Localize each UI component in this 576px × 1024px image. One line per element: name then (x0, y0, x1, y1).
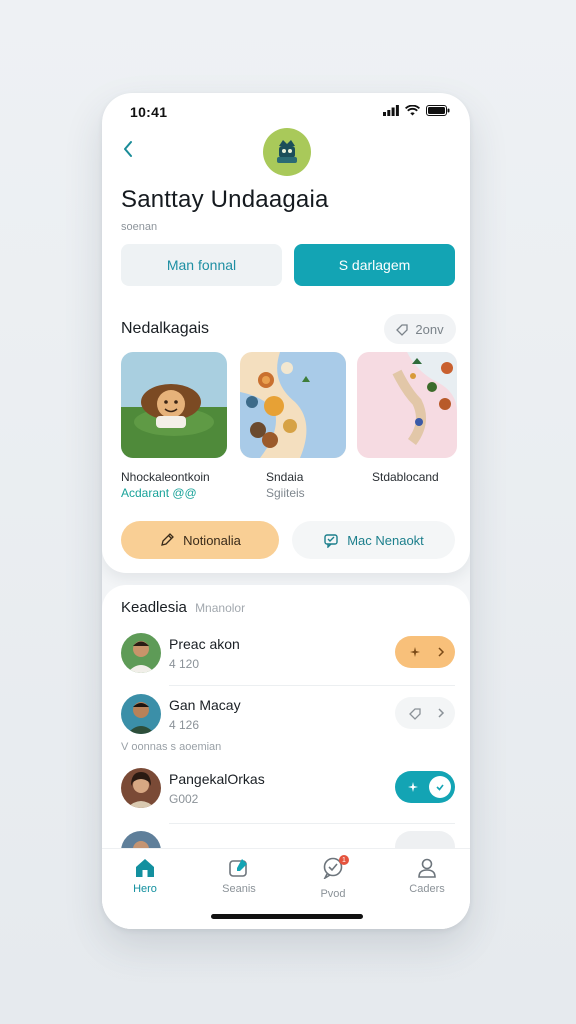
status-icons (383, 105, 450, 116)
contact-number: 4 126 (169, 718, 200, 732)
notes-pill-label: Notionalia (183, 532, 241, 548)
pink-map-image (357, 352, 457, 458)
contact-action-button[interactable] (395, 636, 455, 668)
contact-action-button[interactable] (395, 697, 455, 729)
contact-number: 4 120 (169, 657, 200, 671)
character-photo-image (121, 352, 227, 458)
contact-row[interactable]: Gan Macay 4 126 (102, 686, 470, 746)
page-title: Santtay Undaagaia (121, 186, 329, 213)
notes-pill-button[interactable]: Notionalia (121, 521, 279, 559)
check-icon (436, 784, 444, 791)
tile-1-sub: Acdarant @@ (121, 486, 197, 500)
tag-icon (396, 323, 409, 336)
primary-action-button[interactable]: S darlagem (294, 244, 455, 286)
toggle-knob (429, 776, 451, 798)
contact-name: PangekalOrkas (169, 771, 265, 787)
tile-2-sub: Sgiiteis (266, 486, 305, 500)
status-bar: 10:41 (102, 93, 470, 133)
notification-badge: 1 (339, 855, 349, 865)
message-icon (324, 534, 338, 548)
battery-icon (426, 105, 450, 116)
contact-name: Gan Macay (169, 697, 241, 713)
back-button[interactable] (116, 137, 140, 161)
tab-profile[interactable]: Caders (392, 857, 462, 897)
profile-icon (418, 858, 436, 878)
section-title: Nedalkagais (121, 320, 210, 337)
person-photo-image (121, 633, 161, 673)
profile-card: 10:41 Santtay Undaagaia soenan Man fonna… (102, 93, 470, 573)
group-label: V oonnas s aoemian (121, 741, 222, 753)
character-avatar-icon (277, 140, 297, 163)
profile-avatar[interactable] (263, 128, 311, 176)
tab-search[interactable]: Seanis (204, 857, 274, 897)
message-pill-label: Mac Nenaokt (347, 532, 424, 548)
contact-number: G002 (169, 792, 199, 806)
chevron-right-icon (438, 647, 445, 657)
tab-profile-label: Caders (409, 883, 445, 895)
row-divider (169, 823, 455, 824)
contact-name: Preac akon (169, 636, 240, 652)
tab-home[interactable]: Hero (110, 857, 180, 897)
message-pill-button[interactable]: Mac Nenaokt (292, 521, 455, 559)
tab-search-label: Seanis (222, 883, 256, 895)
contact-row[interactable]: PangekalOrkas G002 (102, 760, 470, 820)
sparkle-icon (408, 782, 418, 792)
contacts-heading-muted: Mnanolor (195, 601, 246, 615)
home-indicator (211, 914, 363, 919)
media-tile-3[interactable] (357, 352, 457, 458)
media-tile-1[interactable] (121, 352, 227, 458)
home-icon (136, 859, 154, 877)
contacts-heading-label: Keadlesia (121, 599, 187, 616)
phone-screen: 10:41 Santtay Undaagaia soenan Man fonna… (102, 93, 470, 929)
page-subtitle: soenan (121, 221, 158, 233)
media-tile-2[interactable] (240, 352, 346, 458)
tag-icon (409, 707, 421, 720)
food-map-image (240, 352, 346, 458)
section-filter-chip[interactable]: 2onv (384, 314, 456, 344)
pencil-icon (161, 533, 174, 546)
tile-1-label: Nhockaleontkoin (121, 470, 210, 484)
chevron-left-icon (124, 141, 132, 157)
tab-home-label: Hero (133, 883, 157, 895)
tab-chat-label: Pvod (320, 888, 346, 900)
signal-icon (383, 105, 399, 116)
contact-toggle-button[interactable] (395, 771, 455, 803)
contacts-heading: Keadlesia Mnanolor (121, 599, 245, 616)
sparkle-icon (410, 647, 420, 657)
tile-2-label: Sndaia (266, 470, 304, 484)
tile-3-label: Stdablocand (372, 470, 439, 484)
section-chip-label: 2onv (415, 321, 444, 337)
avatar (121, 768, 161, 808)
tab-chat[interactable]: 1 Pvod (298, 855, 368, 900)
wifi-icon (405, 105, 420, 116)
avatar (121, 694, 161, 734)
search-edit-icon (229, 859, 247, 877)
status-time: 10:41 (130, 104, 168, 120)
chevron-right-icon (438, 708, 445, 718)
person-photo-image (121, 694, 161, 734)
secondary-action-button[interactable]: Man fonnal (121, 244, 282, 286)
avatar (121, 633, 161, 673)
chat-icon-wrap: 1 (322, 855, 349, 884)
contact-row[interactable]: Preac akon 4 120 (102, 625, 470, 685)
person-photo-image (121, 768, 161, 808)
